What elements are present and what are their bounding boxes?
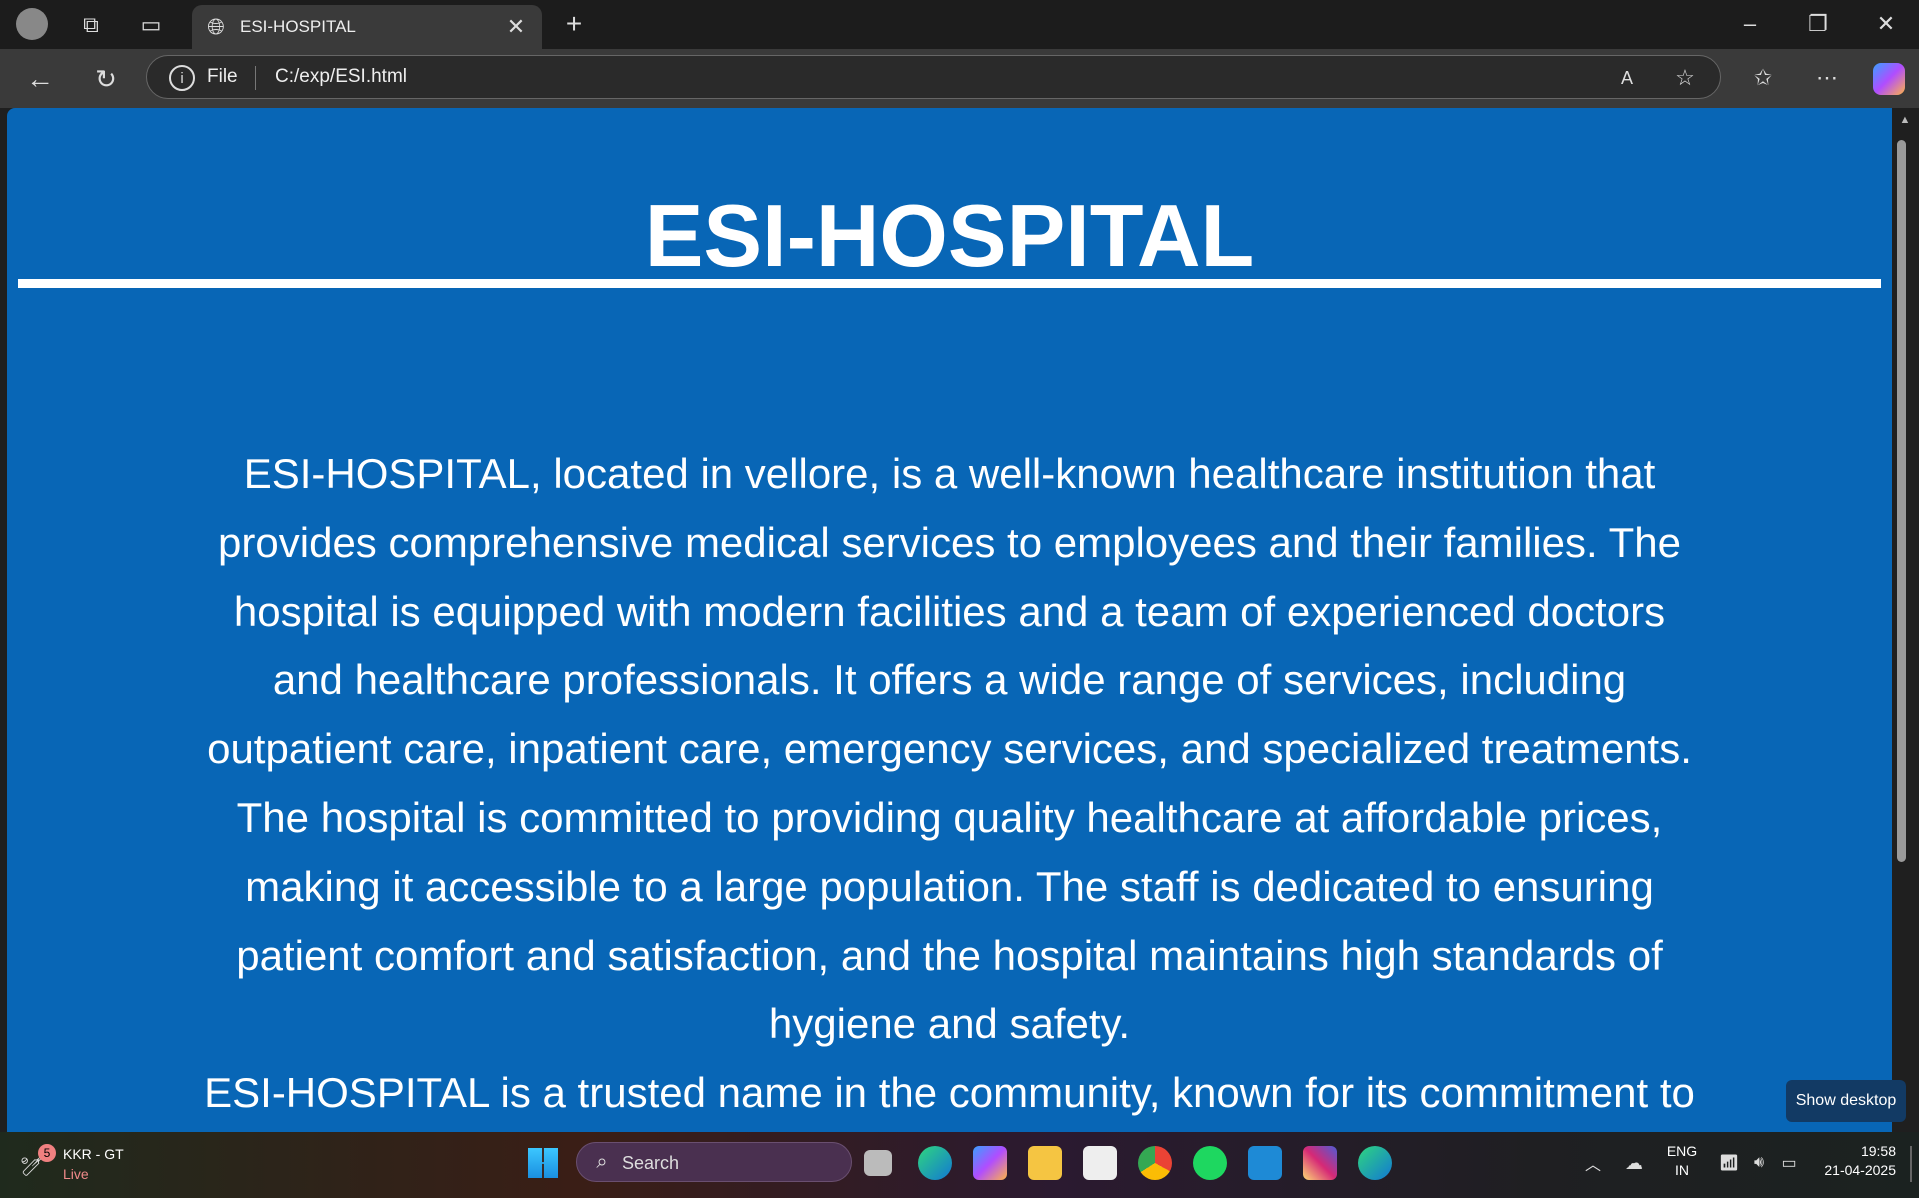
- paragraph-1-line: making it accessible to a large populati…: [245, 862, 1654, 910]
- address-bar[interactable]: i File C:/exp/ESI.html A ☆: [146, 55, 1721, 99]
- taskbar: 🏏︎ 5 KKR - GT Live ⌕ Search ︿ ☁ ENG IN 📶…: [0, 1132, 1919, 1198]
- vertical-tabs-icon[interactable]: ▭: [136, 10, 166, 40]
- region: IN: [1675, 1162, 1689, 1178]
- favorite-star-icon[interactable]: ☆: [1671, 64, 1699, 92]
- start-icon[interactable]: [528, 1148, 558, 1178]
- copilot-app-icon[interactable]: [973, 1146, 1007, 1180]
- store-icon[interactable]: [1083, 1146, 1117, 1180]
- badge: 5: [38, 1144, 56, 1162]
- paragraph-1-line: outpatient care, inpatient care, emergen…: [207, 725, 1692, 773]
- file-explorer-icon[interactable]: [1028, 1146, 1062, 1180]
- more-icon[interactable]: ⋯: [1810, 61, 1844, 95]
- paragraph-1-line: ESI-HOSPITAL, located in vellore, is a w…: [243, 450, 1656, 497]
- minimize-icon[interactable]: –: [1730, 8, 1770, 40]
- toolbar: ← ↻ i File C:/exp/ESI.html A ☆ ✩ ⋯: [0, 49, 1919, 108]
- read-aloud-icon[interactable]: A: [1613, 64, 1641, 92]
- paragraph-1-line: provides comprehensive medical services …: [218, 518, 1681, 566]
- page-title: ESI-HOSPITAL: [644, 186, 1255, 285]
- file-label: File: [207, 66, 238, 87]
- widget-status: Live: [63, 1166, 89, 1182]
- paragraph-1-line: patient comfort and satisfaction, and th…: [236, 931, 1663, 979]
- tab-strip: ⧉ ▭ 🌐︎ ESI-HOSPITAL ✕ + – ❐ ✕: [0, 0, 1919, 49]
- restore-icon[interactable]: ❐: [1798, 8, 1838, 40]
- battery-icon[interactable]: ▭: [1776, 1150, 1802, 1176]
- workspaces-icon[interactable]: ⧉: [76, 10, 106, 40]
- weather-widget[interactable]: 🏏︎ 5 KKR - GT Live: [19, 1144, 140, 1188]
- date: 21-04-2025: [1824, 1162, 1896, 1178]
- edge-icon[interactable]: [918, 1146, 952, 1180]
- taskbar-search[interactable]: ⌕ Search: [576, 1142, 852, 1182]
- time: 19:58: [1860, 1143, 1896, 1159]
- profile-avatar[interactable]: [16, 8, 48, 40]
- chevron-up-icon[interactable]: ︿: [1580, 1150, 1606, 1176]
- refresh-icon[interactable]: ↻: [88, 61, 124, 97]
- copilot-icon[interactable]: [1873, 63, 1905, 95]
- new-tab-icon[interactable]: +: [558, 8, 590, 40]
- spotify-icon[interactable]: [1193, 1146, 1227, 1180]
- chrome-icon[interactable]: [1138, 1146, 1172, 1180]
- onedrive-icon[interactable]: ☁: [1620, 1150, 1648, 1176]
- wifi-icon[interactable]: 📶︎: [1716, 1150, 1742, 1176]
- task-view-icon[interactable]: [864, 1150, 892, 1176]
- back-icon[interactable]: ←: [22, 61, 58, 97]
- paragraph-1-line: hygiene and safety.: [768, 1000, 1131, 1048]
- clock[interactable]: 19:58 21-04-2025: [1810, 1142, 1896, 1180]
- close-window-icon[interactable]: ✕: [1866, 8, 1906, 40]
- search-icon: ⌕: [596, 1150, 608, 1173]
- horizontal-rule: [18, 279, 1881, 288]
- search-placeholder: Search: [622, 1153, 680, 1173]
- tab-title: ESI-HOSPITAL: [240, 17, 356, 36]
- vscode-icon[interactable]: [1248, 1146, 1282, 1180]
- show-desktop-button[interactable]: [1910, 1146, 1912, 1182]
- show-desktop-tooltip: Show desktop: [1786, 1080, 1906, 1122]
- paragraph-1-line: hospital is equipped with modern facilit…: [233, 587, 1666, 635]
- close-tab-icon[interactable]: ✕: [502, 13, 530, 41]
- globe-icon: 🌐︎: [207, 14, 225, 39]
- paragraph-1-line: The hospital is committed to providing q…: [236, 794, 1663, 841]
- info-icon[interactable]: i: [169, 65, 195, 91]
- page-content: ESI-HOSPITAL ESI-HOSPITAL, located in ve…: [7, 108, 1892, 1132]
- scrollbar-thumb[interactable]: [1897, 140, 1906, 862]
- url-text[interactable]: C:/exp/ESI.html: [275, 66, 407, 88]
- volume-icon[interactable]: 🔊︎: [1746, 1150, 1772, 1176]
- lang: ENG: [1666, 1143, 1698, 1159]
- tab-esi-hospital[interactable]: 🌐︎ ESI-HOSPITAL ✕: [192, 5, 542, 49]
- widget-title: KKR - GT: [63, 1146, 124, 1162]
- divider: [255, 66, 256, 90]
- paragraph-1-line: and healthcare professionals. It offers …: [272, 656, 1627, 704]
- paragraph-2-line: ESI-HOSPITAL is a trusted name in the co…: [204, 1069, 1695, 1117]
- favorites-icon[interactable]: ✩: [1746, 61, 1780, 95]
- language-indicator[interactable]: ENG IN: [1662, 1142, 1702, 1180]
- instagram-icon[interactable]: [1303, 1146, 1337, 1180]
- edge-active-icon[interactable]: [1358, 1146, 1392, 1180]
- scroll-up-icon[interactable]: ▲: [1897, 112, 1913, 128]
